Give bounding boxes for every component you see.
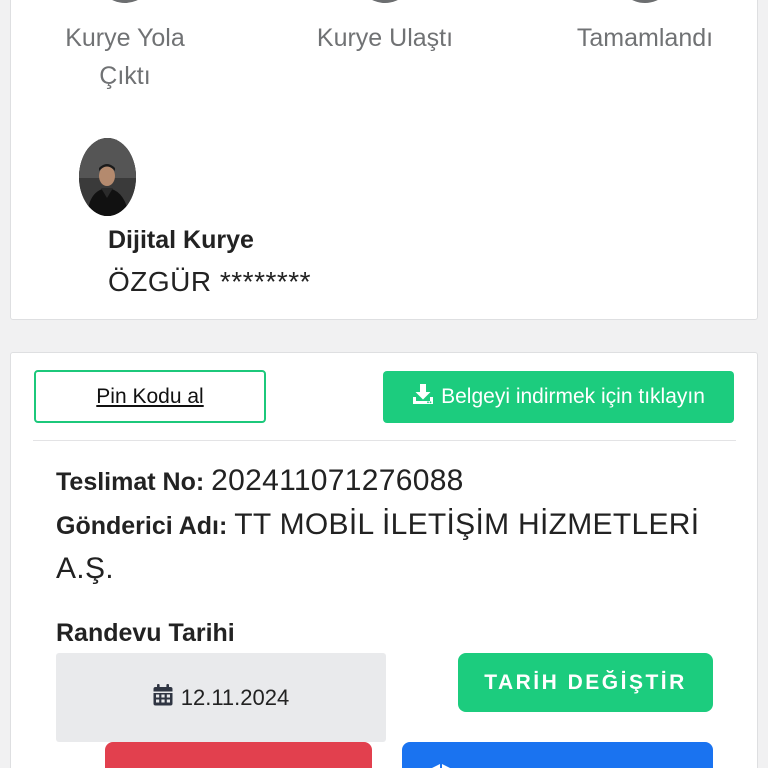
sender-name-row-cont: A.Ş. [56,547,114,591]
appointment-date-display: 12.11.2024 [56,653,386,742]
appointment-date-label: Randevu Tarihi [56,619,235,647]
section-divider [33,440,736,441]
change-date-label: TARİH DEĞİŞTİR [484,670,687,694]
status-step-indicator [616,0,674,3]
calendar-icon [153,683,173,712]
tracking-number-value: 202411071276088 [211,464,464,497]
courier-name: ÖZGÜR ******** [108,266,312,297]
change-date-button[interactable]: TARİH DEĞİŞTİR [458,653,713,712]
status-step-indicator [356,0,414,3]
sender-name-row: Gönderici Adı: TT MOBİL İLETİŞİM HİZMETL… [56,508,700,541]
courier-title: Dijital Kurye [108,226,254,254]
download-icon [412,383,434,411]
get-pin-code-button[interactable]: Pin Kodu al [34,370,266,423]
delivery-details-card: Pin Kodu al Belgeyi indirmek için tıklay… [10,352,758,768]
status-step-label: Kurye Ulaştı [316,24,454,52]
status-step-out-for-delivery: Kurye Yola Çıktı [15,19,235,95]
status-step-arrived: Kurye Ulaştı [275,19,495,57]
download-document-button[interactable]: Belgeyi indirmek için tıklayın [383,371,734,423]
sender-name-value-cont: A.Ş. [56,552,114,585]
change-address-button[interactable] [402,742,713,768]
delivery-tracking-page: Kurye Yola Çıktı Kurye Ulaştı Tamamlandı… [0,0,768,768]
status-step-label: Kurye Yola [65,24,185,52]
tracking-number-row: Teslimat No: 202411071276088 [56,464,464,497]
get-pin-code-label: Pin Kodu al [96,384,204,408]
courier-avatar [79,138,136,216]
sender-name-label: Gönderici Adı [56,512,219,540]
status-step-label: Tamamlandı [576,24,714,52]
status-step-indicator [96,0,154,3]
status-step-label-cont: Çıktı [99,62,151,90]
courier-photo [79,138,136,216]
download-document-label: Belgeyi indirmek için tıklayın [441,385,705,408]
cancel-action-button[interactable] [105,742,372,768]
navigation-icon [422,762,460,768]
appointment-date-value: 12.11.2024 [180,684,290,710]
sender-name-value: TT MOBİL İLETİŞİM HİZMETLERİ [234,508,700,541]
status-card: Kurye Yola Çıktı Kurye Ulaştı Tamamlandı… [10,0,758,320]
tracking-number-label: Teslimat No [56,468,196,496]
status-step-completed: Tamamlandı [535,19,755,57]
